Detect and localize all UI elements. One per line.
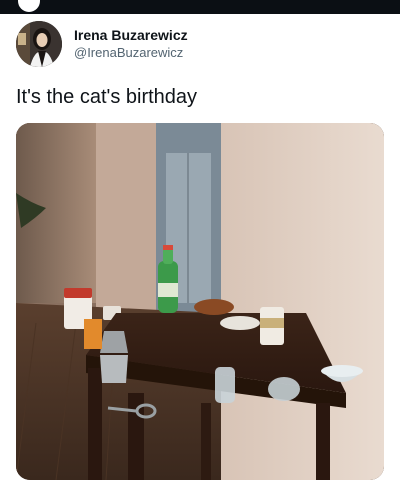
top-bar-icon [18,0,40,12]
photo-miniature-table-scene-icon [16,123,384,480]
tweet-header: Irena Buzarewicz @IrenaBuzarewicz [16,20,386,68]
author-handle[interactable]: @IrenaBuzarewicz [74,44,188,62]
tweet-text: It's the cat's birthday [16,86,198,108]
profile-photo-icon [16,21,62,67]
author-display-name[interactable]: Irena Buzarewicz [74,26,188,44]
top-status-bar [0,0,400,14]
tweet-media-photo[interactable] [16,123,384,480]
author-names: Irena Buzarewicz @IrenaBuzarewicz [74,26,188,62]
avatar[interactable] [16,21,62,67]
